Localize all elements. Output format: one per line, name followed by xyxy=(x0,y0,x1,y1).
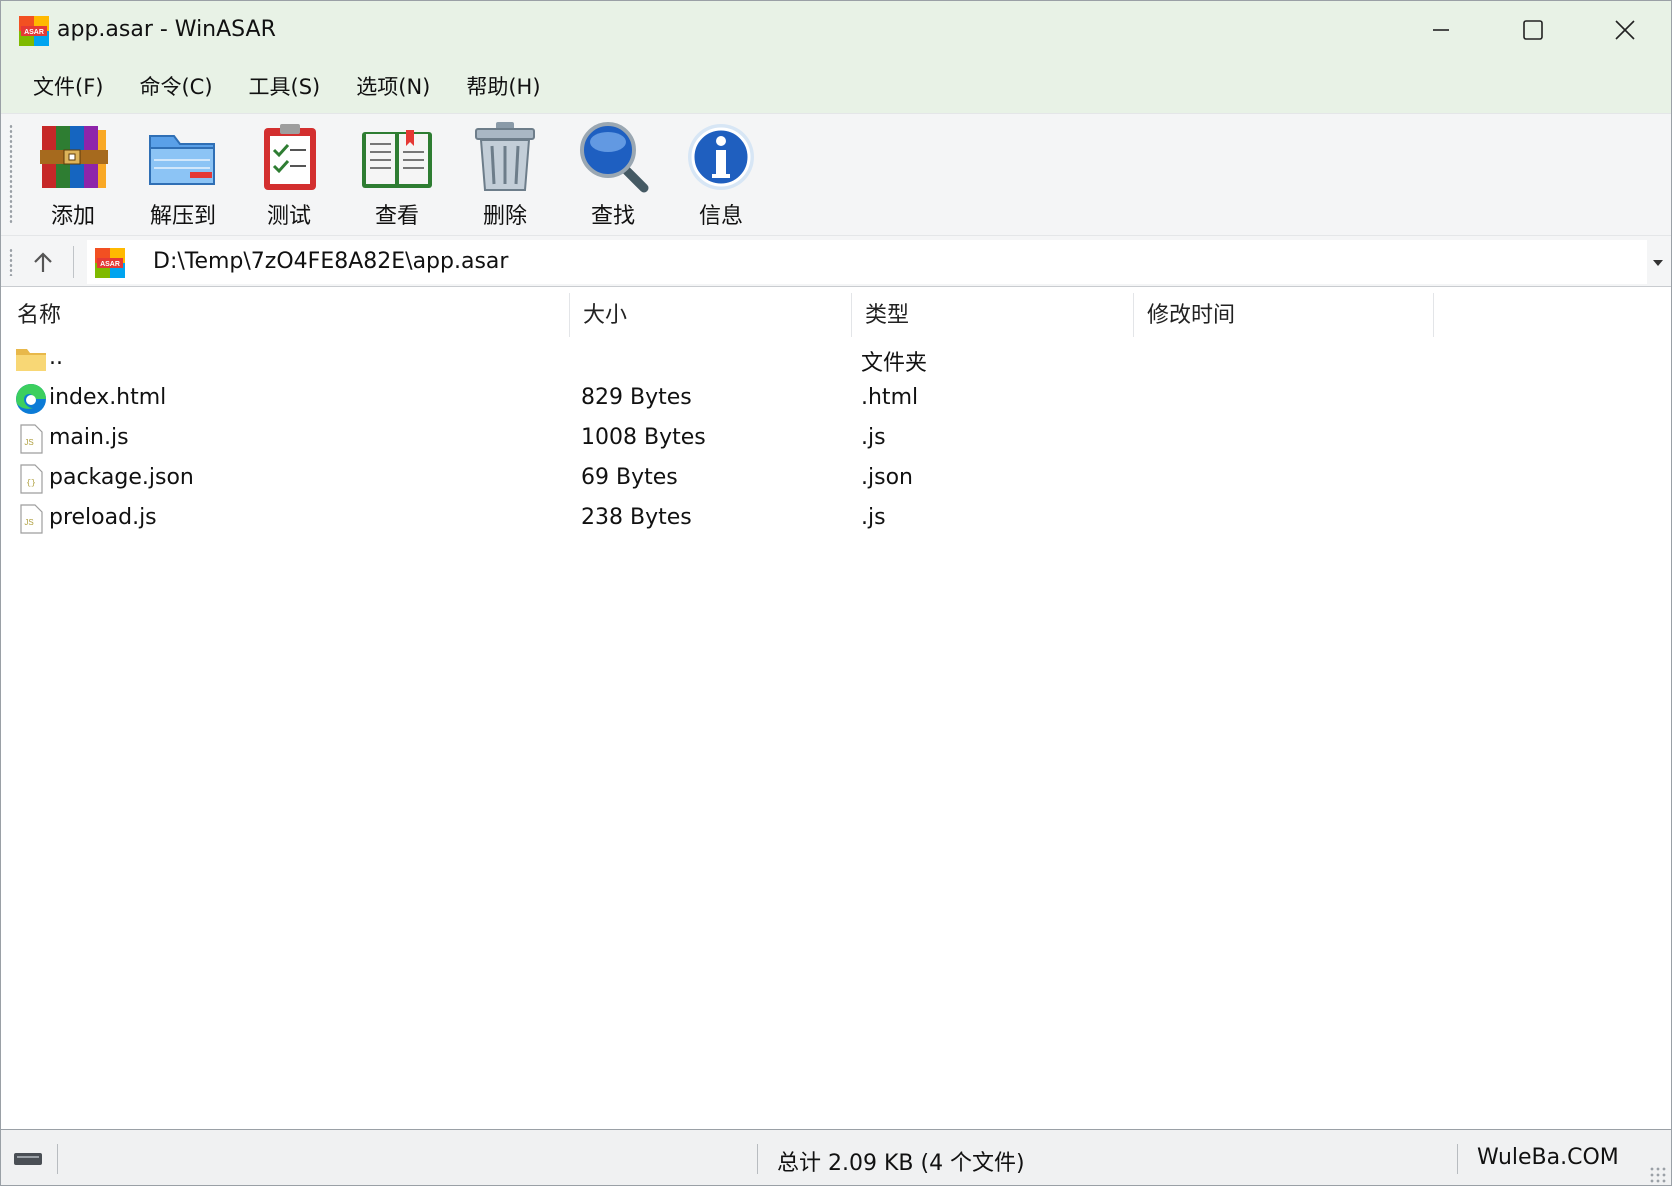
status-separator xyxy=(1457,1144,1458,1174)
trash-can-icon xyxy=(475,122,535,191)
view-button[interactable]: 查看 xyxy=(349,120,445,232)
file-type: 文件夹 xyxy=(861,351,928,376)
file-row[interactable]: JS preload.js 238 Bytes .js xyxy=(3,497,1671,539)
chevron-down-icon[interactable] xyxy=(1653,260,1663,266)
file-size: 69 Bytes xyxy=(581,465,678,490)
asar-icon: ASAR xyxy=(19,16,49,46)
menu-command[interactable]: 命令(C) xyxy=(121,71,230,101)
delete-label: 删除 xyxy=(482,204,527,229)
file-name: index.html xyxy=(49,385,167,410)
arrow-up-icon xyxy=(34,252,52,272)
json-file-icon: {} xyxy=(20,464,43,494)
resize-grip[interactable] xyxy=(1649,1166,1667,1184)
column-divider[interactable] xyxy=(1433,293,1434,337)
address-separator xyxy=(73,246,74,278)
svg-text:ASAR: ASAR xyxy=(100,261,120,268)
js-file-icon: JS xyxy=(20,504,43,534)
clipboard-check-icon xyxy=(264,124,316,190)
minimize-icon xyxy=(1433,29,1449,31)
column-header-type[interactable]: 类型 xyxy=(851,287,1133,339)
svg-text:JS: JS xyxy=(24,518,33,527)
folder-icon xyxy=(16,349,46,371)
js-file-icon: JS xyxy=(20,424,43,454)
asar-icon: ASAR xyxy=(95,248,125,278)
add-button[interactable]: 添加 xyxy=(25,120,121,232)
status-brand: WuleBa.COM xyxy=(1477,1145,1619,1170)
status-separator xyxy=(57,1144,58,1174)
file-size: 238 Bytes xyxy=(581,505,692,530)
extract-to-label: 解压到 xyxy=(149,204,216,229)
file-list: 名称 大小 类型 修改时间 .. 文件夹 index.html 829 Byte… xyxy=(3,287,1671,1129)
find-button[interactable]: 查找 xyxy=(565,120,661,232)
status-summary: 总计 2.09 KB (4 个文件) xyxy=(777,1151,1025,1176)
toolbar: 添加 解压到 测试 查看 删除 查找 信息 xyxy=(1,113,1671,235)
file-size: 829 Bytes xyxy=(581,385,692,410)
toolbar-grip[interactable] xyxy=(9,124,13,224)
file-row[interactable]: index.html 829 Bytes .html xyxy=(3,377,1671,419)
add-label: 添加 xyxy=(50,204,95,229)
edge-icon xyxy=(16,384,46,414)
file-type: .html xyxy=(861,385,919,410)
info-label: 信息 xyxy=(698,204,743,229)
column-header-name[interactable]: 名称 xyxy=(3,287,569,339)
info-button[interactable]: 信息 xyxy=(673,120,769,232)
close-button[interactable] xyxy=(1579,1,1671,59)
magnifier-icon xyxy=(580,122,649,193)
maximize-button[interactable] xyxy=(1487,1,1579,59)
menu-bar: 文件(F) 命令(C) 工具(S) 选项(N) 帮助(H) xyxy=(1,59,1671,113)
column-header-modified[interactable]: 修改时间 xyxy=(1133,287,1433,339)
info-icon xyxy=(688,124,754,190)
file-name: .. xyxy=(49,345,63,370)
file-size: 1008 Bytes xyxy=(581,425,706,450)
close-icon xyxy=(1615,20,1635,40)
column-header-size[interactable]: 大小 xyxy=(569,287,851,339)
file-row-parent[interactable]: .. 文件夹 xyxy=(3,337,1671,379)
view-label: 查看 xyxy=(374,204,419,229)
maximize-icon xyxy=(1523,20,1543,40)
window-title: app.asar - WinASAR xyxy=(57,17,276,42)
file-name: main.js xyxy=(49,425,129,450)
address-path-field[interactable]: ASAR D:\Temp\7zO4FE8A82E\app.asar xyxy=(87,240,1647,284)
app-window: ASAR app.asar - WinASAR 文件(F) 命令(C) 工具(S… xyxy=(0,0,1672,1186)
file-type: .json xyxy=(861,465,913,490)
open-book-icon xyxy=(362,130,432,188)
svg-text:JS: JS xyxy=(24,438,33,447)
minimize-button[interactable] xyxy=(1395,1,1487,59)
find-label: 查找 xyxy=(590,204,635,229)
address-path: D:\Temp\7zO4FE8A82E\app.asar xyxy=(153,249,509,274)
file-type: .js xyxy=(861,505,886,530)
title-bar: ASAR app.asar - WinASAR xyxy=(1,1,1671,59)
extract-to-button[interactable]: 解压到 xyxy=(135,120,231,232)
svg-text:ASAR: ASAR xyxy=(24,29,44,36)
file-row[interactable]: JS main.js 1008 Bytes .js xyxy=(3,417,1671,459)
folder-extract-icon xyxy=(149,135,215,185)
status-separator xyxy=(757,1144,758,1174)
file-row[interactable]: {} package.json 69 Bytes .json xyxy=(3,457,1671,499)
file-name: preload.js xyxy=(49,505,157,530)
menu-tools[interactable]: 工具(S) xyxy=(231,71,339,101)
file-name: package.json xyxy=(49,465,194,490)
up-level-button[interactable] xyxy=(25,246,61,278)
delete-button[interactable]: 删除 xyxy=(457,120,553,232)
test-label: 测试 xyxy=(266,204,311,229)
menu-help[interactable]: 帮助(H) xyxy=(448,71,558,101)
address-grip[interactable] xyxy=(9,248,13,276)
menu-options[interactable]: 选项(N) xyxy=(338,71,448,101)
address-bar: ASAR D:\Temp\7zO4FE8A82E\app.asar xyxy=(1,235,1671,287)
archive-books-icon xyxy=(40,126,108,188)
test-button[interactable]: 测试 xyxy=(241,120,337,232)
svg-text:{}: {} xyxy=(26,479,36,488)
status-bar: 总计 2.09 KB (4 个文件) WuleBa.COM xyxy=(1,1129,1671,1185)
file-type: .js xyxy=(861,425,886,450)
keyboard-icon xyxy=(14,1153,42,1165)
menu-file[interactable]: 文件(F) xyxy=(15,71,121,101)
